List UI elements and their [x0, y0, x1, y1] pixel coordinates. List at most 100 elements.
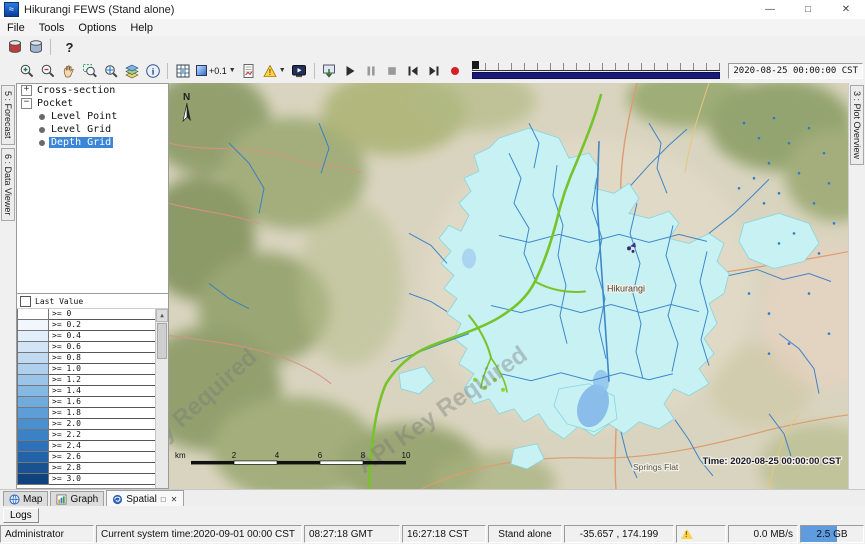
zoom-region-button[interactable]	[79, 61, 100, 81]
map-canvas: API Key Required API Key Required Hikura…	[169, 83, 849, 489]
legend-row: >= 2.4	[17, 441, 156, 452]
legend-swatch	[17, 463, 49, 474]
grid-toggle-button[interactable]	[172, 61, 193, 81]
legend-row: >= 3.0	[17, 474, 156, 485]
main-area: 5 : Forecast 6 : Data Viewer + Cross-sec…	[0, 83, 865, 489]
close-button[interactable]: ✕	[827, 0, 865, 19]
time-slider[interactable]	[472, 61, 721, 80]
menu-tools[interactable]: Tools	[32, 21, 72, 35]
menu-file[interactable]: File	[0, 21, 32, 35]
legend-rows: >= 0 >= 0.2 >= 0.4 >= 0.6 >= 0.8 >= 1.0 …	[17, 309, 156, 488]
legend-swatch	[17, 342, 49, 353]
tab-plot-overview[interactable]: 3 : Plot Overview	[850, 85, 864, 165]
status-coordinates: -35.657 , 174.199	[564, 525, 674, 543]
logs-button[interactable]: Logs	[3, 508, 39, 523]
step-to-begin-button[interactable]	[403, 61, 424, 81]
pause-button[interactable]	[361, 61, 382, 81]
thresholds-dropdown[interactable]: ! ▼	[260, 62, 289, 80]
chevron-down-icon: ▼	[279, 67, 286, 74]
info-button[interactable]: i	[142, 61, 163, 81]
profile-button[interactable]	[239, 61, 260, 81]
status-system-time: Current system time:2020-09-01 00:00 CST	[96, 525, 302, 543]
step-to-end-button[interactable]	[424, 61, 445, 81]
export-animation-button[interactable]	[319, 61, 340, 81]
time-ruler	[472, 63, 721, 71]
legend-swatch	[17, 430, 49, 441]
last-value-checkbox[interactable]	[20, 296, 31, 307]
zoom-out-button[interactable]	[37, 61, 58, 81]
layers-icon	[124, 63, 140, 79]
legend-label: >= 1.2	[49, 375, 156, 386]
record-button[interactable]	[445, 61, 466, 81]
chevron-down-icon: ▼	[229, 67, 236, 74]
tab-forecast[interactable]: 5 : Forecast	[1, 85, 15, 145]
help-button[interactable]: ?	[55, 37, 84, 57]
close-tab-icon[interactable]: ✕	[170, 495, 179, 504]
tab-graph[interactable]: Graph	[50, 491, 104, 507]
pan-button[interactable]	[58, 61, 79, 81]
database-import-button[interactable]	[4, 37, 25, 57]
zoom-in-button[interactable]	[16, 61, 37, 81]
status-user: Administrator	[0, 525, 94, 543]
legend-label: >= 2.0	[49, 419, 156, 430]
legend-scrollbar[interactable]: ▲	[155, 309, 168, 488]
database-red-icon	[7, 39, 23, 55]
scrollbar-thumb[interactable]	[157, 323, 167, 359]
tab-map[interactable]: Map	[3, 491, 48, 507]
tree-item-pocket[interactable]: − Pocket	[17, 97, 168, 110]
svg-text:!: !	[268, 67, 271, 76]
play-button[interactable]	[340, 61, 361, 81]
expand-icon[interactable]: +	[21, 85, 32, 96]
current-time-field: 2020-08-25 00:00:00 CST	[728, 63, 863, 79]
time-span-bar	[472, 72, 721, 79]
legend-row: >= 1.4	[17, 386, 156, 397]
tab-data-viewer[interactable]: 6 : Data Viewer	[1, 148, 15, 221]
legend-row: >= 1.0	[17, 364, 156, 375]
zoom-extent-button[interactable]	[100, 61, 121, 81]
legend-row: >= 0.2	[17, 320, 156, 331]
time-cursor-handle[interactable]	[472, 61, 479, 69]
tree-item-cross-section[interactable]: + Cross-section	[17, 84, 168, 97]
status-bar: Administrator Current system time:2020-0…	[0, 524, 865, 544]
legend-title: Last Value	[35, 297, 83, 306]
legend-swatch	[17, 419, 49, 430]
map-viewport[interactable]: API Key Required API Key Required Hikura…	[169, 83, 849, 489]
legend-label: >= 1.4	[49, 386, 156, 397]
view-tabs-bar: Map Graph Spatial □ ✕	[0, 489, 865, 507]
layer-tree: + Cross-section − Pocket Level Point Lev…	[16, 83, 169, 295]
tab-spatial[interactable]: Spatial □ ✕	[106, 490, 184, 507]
warning-icon	[681, 529, 693, 539]
undock-tab-icon[interactable]: □	[160, 495, 167, 504]
zoom-extent-icon	[103, 63, 119, 79]
zoom-out-icon	[40, 63, 56, 79]
movie-icon	[291, 63, 307, 79]
legend-row: >= 1.2	[17, 375, 156, 386]
status-alerts[interactable]	[676, 525, 726, 543]
tree-item-depth-grid[interactable]: Depth Grid	[17, 136, 168, 149]
maximize-button[interactable]: □	[789, 0, 827, 19]
database-export-button[interactable]	[25, 37, 46, 57]
legend-label: >= 2.4	[49, 441, 156, 452]
legend-swatch	[17, 331, 49, 342]
toolbar-separator	[50, 39, 51, 55]
animation-display-button[interactable]	[289, 61, 310, 81]
spatial-icon	[112, 494, 123, 505]
bullet-icon	[39, 140, 45, 146]
legend-row: >= 1.8	[17, 408, 156, 419]
legend-label: >= 1.0	[49, 364, 156, 375]
legend-label: >= 3.0	[49, 474, 156, 485]
main-toolbar: ?	[0, 36, 865, 59]
stop-button[interactable]	[382, 61, 403, 81]
play-icon	[343, 64, 357, 78]
collapse-icon[interactable]: −	[21, 98, 32, 109]
layers-button[interactable]	[121, 61, 142, 81]
scroll-up-icon[interactable]: ▲	[156, 309, 168, 322]
title-bar: ≈ Hikurangi FEWS (Stand alone) — □ ✕	[0, 0, 865, 20]
minimize-button[interactable]: —	[751, 0, 789, 19]
menu-help[interactable]: Help	[123, 21, 160, 35]
tree-item-level-grid[interactable]: Level Grid	[17, 123, 168, 136]
map-label-town: Hikurangi	[607, 284, 645, 294]
class-interval-dropdown[interactable]: +0.1 ▼	[193, 62, 239, 80]
menu-options[interactable]: Options	[71, 21, 123, 35]
tree-item-level-point[interactable]: Level Point	[17, 110, 168, 123]
